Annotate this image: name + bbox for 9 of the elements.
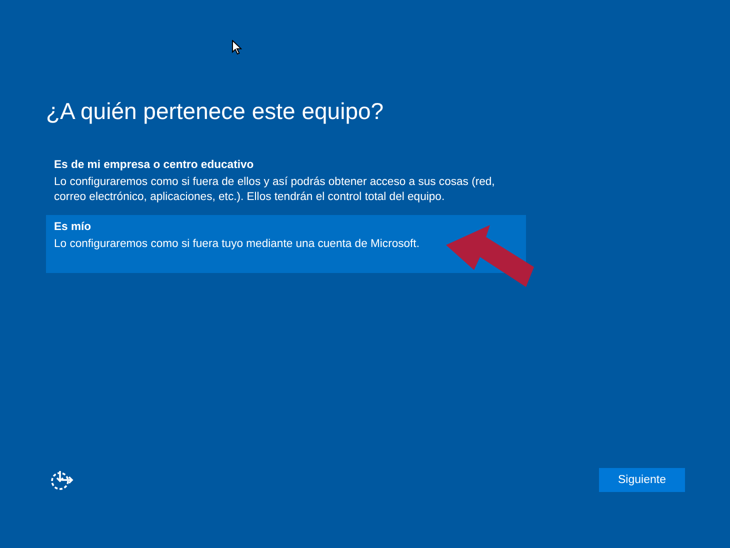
next-button[interactable]: Siguiente (599, 468, 685, 492)
option-description: Lo configuraremos como si fuera de ellos y así podrás obtener acceso a sus cosas (red, correo electrónico, aplicaciones, etc.). Ellos tendrán el control total del equipo. (54, 175, 496, 205)
option-heading: Es mío (54, 220, 92, 235)
page-title: ¿A quién pertenece este equipo? (46, 98, 384, 125)
option-description: Lo configuraremos como si fuera tuyo mediante una cuenta de Microsoft. (54, 237, 420, 252)
option-heading: Es de mi empresa o centro educativo (54, 158, 255, 173)
mouse-pointer-icon (232, 40, 242, 55)
option-item[interactable]: Es mío Lo configuraremos como si fuera tuyo mediante una cuenta de Microsoft. (46, 215, 526, 273)
ease-of-access-icon[interactable] (50, 469, 74, 491)
